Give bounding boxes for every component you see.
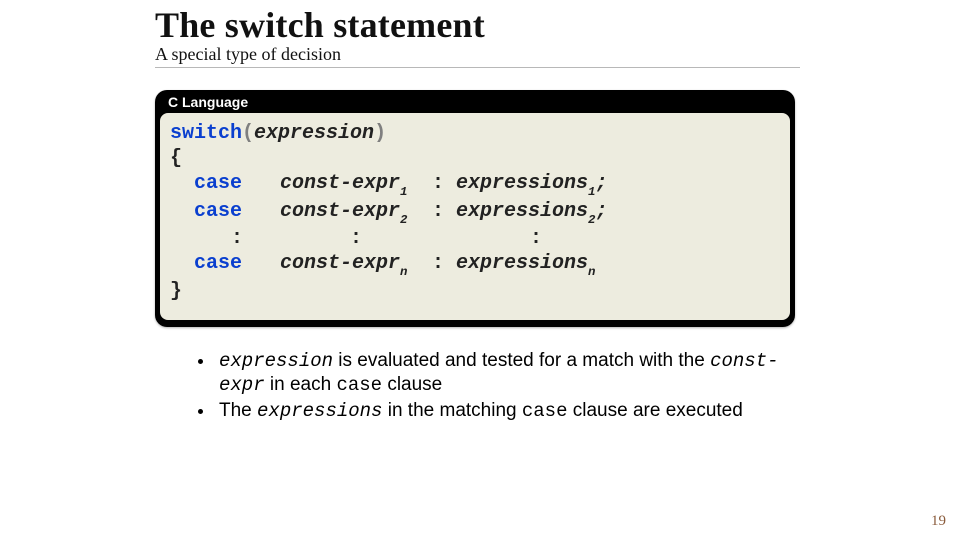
bullet-code-case: case xyxy=(522,400,568,422)
bullet-text: clause are executed xyxy=(567,400,742,421)
keyword-case: case xyxy=(194,200,242,223)
keyword-case: case xyxy=(194,252,242,275)
bullet-code-expression: expression xyxy=(219,350,333,372)
expressions-text: expressions xyxy=(456,252,588,275)
paren-open: ( xyxy=(242,122,254,145)
code-line-case-2: caseconst-expr2:expressions2; xyxy=(170,199,780,227)
bullet-list: expression is evaluated and tested for a… xyxy=(197,349,787,424)
colon: : xyxy=(432,199,456,224)
subscript-1: 1 xyxy=(400,185,407,199)
expressions-text: expressions xyxy=(456,200,588,223)
keyword-switch: switch xyxy=(170,122,242,145)
slide-title: The switch statement xyxy=(155,4,805,46)
keyword-case: case xyxy=(194,172,242,195)
ellipsis-col: : xyxy=(530,227,542,250)
const-expr-text: const-expr xyxy=(280,172,400,195)
ellipsis-col: : xyxy=(231,227,243,250)
semicolon: ; xyxy=(595,200,607,223)
colon: : xyxy=(432,251,456,276)
semicolon: ; xyxy=(595,172,607,195)
code-line-case-n: caseconst-exprn:expressionsn xyxy=(170,251,780,279)
paren-close: ) xyxy=(374,122,386,145)
code-line-ellipsis: ::: xyxy=(170,226,780,251)
slide-content: The switch statement A special type of d… xyxy=(0,0,960,423)
expression-head: expression xyxy=(254,122,374,145)
bullet-code-expressions: expressions xyxy=(257,400,382,422)
subscript-2: 2 xyxy=(400,213,407,227)
bullet-code-case: case xyxy=(336,374,382,396)
const-expr-text: const-expr xyxy=(280,252,400,275)
bullet-text: is evaluated and tested for a match with… xyxy=(333,350,710,371)
const-expr-text: const-expr xyxy=(280,200,400,223)
bullet-text: in each xyxy=(265,374,337,395)
bullet-text: The xyxy=(219,400,257,421)
subscript-2b: 2 xyxy=(588,213,595,227)
code-block-label: C Language xyxy=(160,94,256,113)
code-block: C Language switch(expression) { case cons… xyxy=(155,90,795,327)
subscript-n: n xyxy=(400,265,407,279)
slide-subtitle: A special type of decision xyxy=(155,44,800,68)
bullet-text: in the matching xyxy=(382,400,521,421)
code-line-case-1: caseconst-expr1:expressions1; xyxy=(170,171,780,199)
bullet-item-1: expression is evaluated and tested for a… xyxy=(215,349,787,398)
subscript-1b: 1 xyxy=(588,185,595,199)
code-line-brace-open: { xyxy=(170,146,780,171)
code-line-brace-close: } xyxy=(170,279,780,304)
code-block-body: switch(expression) { caseconst-expr1:exp… xyxy=(160,113,790,320)
bullet-text: clause xyxy=(382,374,442,395)
ellipsis-col: : xyxy=(350,227,362,250)
subscript-nb: n xyxy=(588,265,595,279)
colon: : xyxy=(432,171,456,196)
code-line-1: switch(expression) xyxy=(170,121,780,146)
expressions-text: expressions xyxy=(456,172,588,195)
bullet-item-2: The expressions in the matching case cla… xyxy=(215,399,787,423)
page-number: 19 xyxy=(931,513,946,530)
